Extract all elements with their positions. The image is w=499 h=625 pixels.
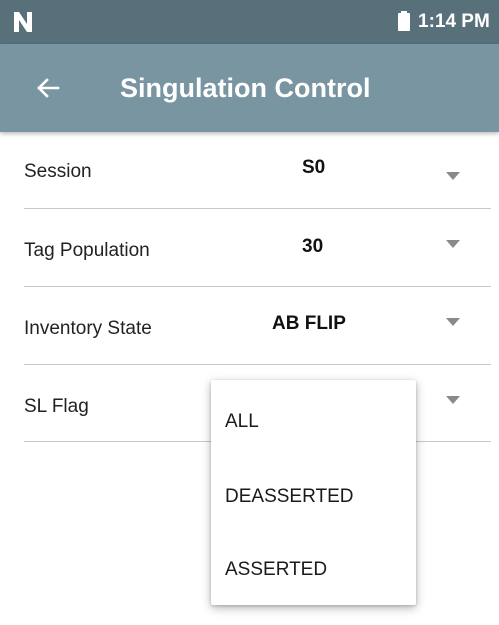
dropdown-option-deasserted[interactable]: DEASSERTED (225, 485, 353, 509)
session-value[interactable]: S0 (302, 156, 325, 180)
page-title: Singulation Control (120, 73, 371, 103)
tag-population-label: Tag Population (24, 240, 150, 261)
sl-flag-dropdown-menu: ALL DEASSERTED ASSERTED (211, 380, 416, 605)
status-time: 1:14 PM (418, 11, 490, 32)
tag-population-value[interactable]: 30 (302, 235, 323, 259)
dropdown-option-asserted[interactable]: ASSERTED (225, 558, 327, 582)
inventory-state-row[interactable]: Inventory State AB FLIP (0, 287, 499, 365)
arrow-left-icon[interactable] (32, 72, 64, 104)
session-label: Session (24, 161, 92, 182)
app-bar: Singulation Control (0, 44, 499, 132)
status-bar: 1:14 PM (0, 0, 499, 44)
tag-population-row[interactable]: Tag Population 30 (0, 209, 499, 287)
caret-down-icon[interactable] (446, 172, 460, 180)
battery-icon (398, 11, 410, 31)
inventory-state-value[interactable]: AB FLIP (272, 312, 346, 336)
dropdown-option-all[interactable]: ALL (225, 410, 259, 434)
sl-flag-label: SL Flag (24, 396, 89, 417)
caret-down-icon[interactable] (446, 396, 460, 404)
session-row[interactable]: Session S0 (0, 132, 499, 210)
caret-down-icon[interactable] (446, 318, 460, 326)
n-logo-icon (14, 12, 32, 32)
inventory-state-label: Inventory State (24, 318, 152, 339)
caret-down-icon[interactable] (446, 240, 460, 248)
